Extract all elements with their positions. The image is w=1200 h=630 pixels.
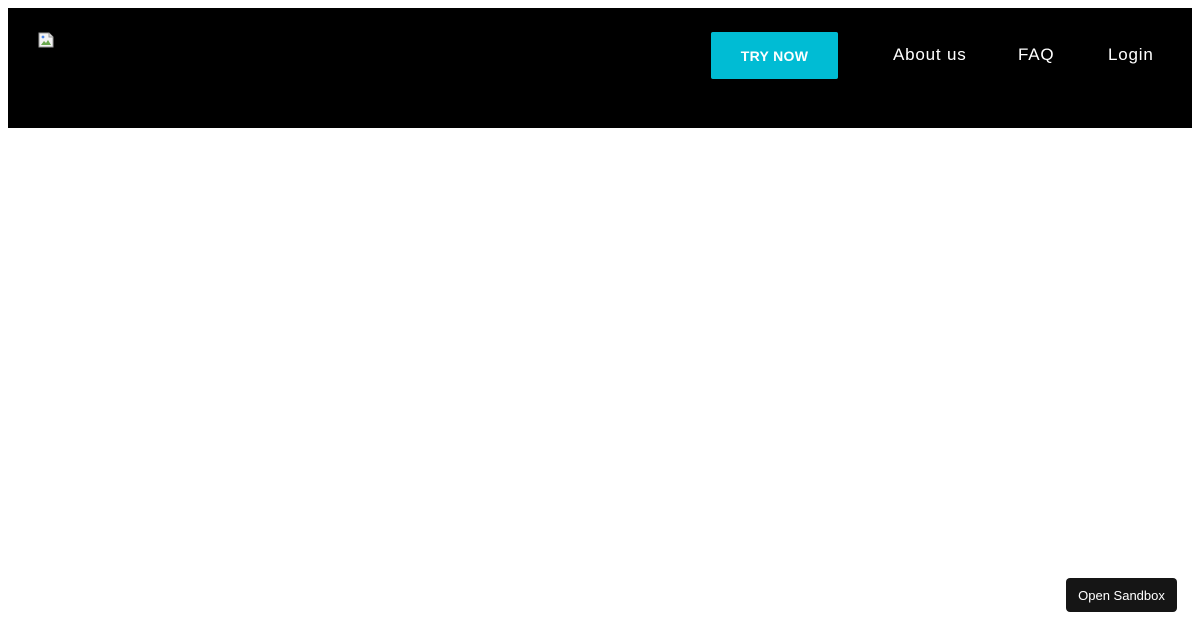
page: TRY NOW About us FAQ Login Open Sandbox [0, 0, 1200, 630]
open-sandbox-button[interactable]: Open Sandbox [1066, 578, 1177, 612]
nav-link-faq[interactable]: FAQ [1018, 44, 1054, 66]
broken-image-icon [38, 32, 54, 48]
top-navbar: TRY NOW About us FAQ Login [8, 8, 1192, 128]
nav-link-login[interactable]: Login [1108, 44, 1154, 66]
logo-link[interactable] [38, 32, 54, 48]
nav-link-about-us[interactable]: About us [893, 44, 967, 66]
try-now-button[interactable]: TRY NOW [711, 32, 838, 79]
